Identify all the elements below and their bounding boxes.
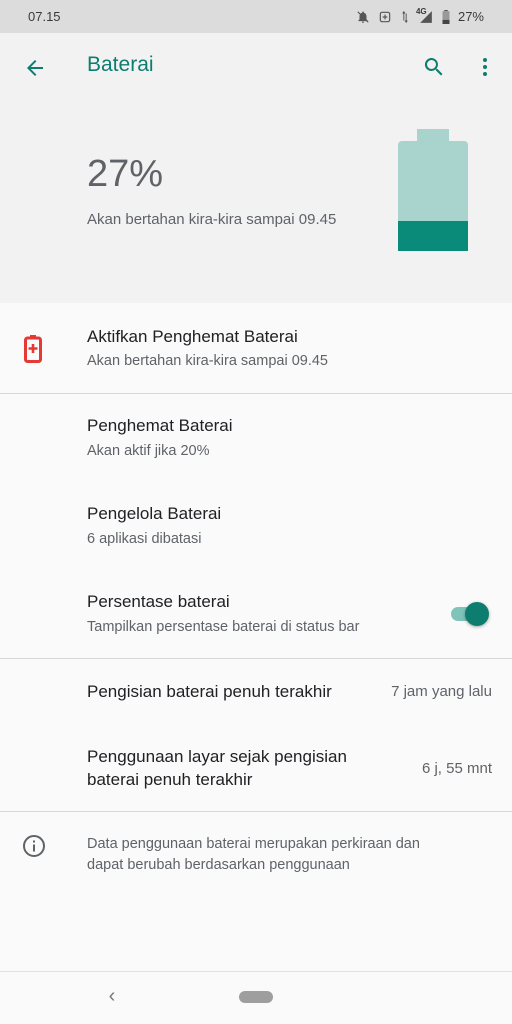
chevron-left-icon: ‹: [108, 984, 116, 1007]
row-title: Pengelola Baterai: [87, 504, 222, 523]
status-battery-pct: 27%: [457, 9, 484, 24]
row-subtitle: Tampilkan persentase baterai di status b…: [87, 619, 360, 635]
wifi-arrows-icon: [400, 10, 410, 24]
toggle-thumb: [465, 602, 489, 626]
search-button[interactable]: [418, 51, 450, 83]
battery-manager-row[interactable]: Pengelola Baterai 6 aplikasi dibatasi: [0, 482, 512, 570]
more-options-button[interactable]: [470, 51, 500, 83]
stat-label-line2: baterai penuh terakhir: [87, 770, 253, 789]
battery-saver-row[interactable]: Penghemat Baterai Akan aktif jika 20%: [0, 394, 512, 482]
row-title: Aktifkan Penghemat Baterai: [87, 327, 298, 346]
stat-value: 7 jam yang lalu: [391, 683, 492, 700]
status-time: 07.15: [28, 9, 61, 24]
navigation-bar: ‹: [0, 971, 512, 1024]
info-icon: [23, 835, 45, 857]
notifications-off-icon: [356, 10, 370, 24]
arrow-back-icon: [27, 60, 43, 76]
nav-home-pill[interactable]: [239, 991, 273, 1003]
battery-header: 27% Akan bertahan kira-kira sampai 09.45: [0, 101, 512, 303]
cell-signal-icon: 4G: [415, 6, 434, 24]
info-line1: Data penggunaan baterai merupakan perkir…: [87, 836, 420, 852]
battery-fill: [398, 221, 468, 251]
info-text: Data penggunaan baterai merupakan perkir…: [87, 834, 487, 876]
status-icons: 4G 27%: [356, 6, 484, 24]
sync-icon: [378, 10, 392, 24]
battery-alert-icon: [24, 335, 42, 363]
battery-icon: [442, 9, 450, 24]
row-subtitle: Akan aktif jika 20%: [87, 443, 210, 459]
page-title: Baterai: [87, 53, 154, 76]
stat-label-line1: Penggunaan layar sejak pengisian: [87, 747, 347, 766]
row-subtitle: Akan bertahan kira-kira sampai 09.45: [87, 353, 328, 369]
back-button[interactable]: [20, 53, 50, 83]
stat-label: Pengisian baterai penuh terakhir: [87, 682, 332, 701]
screen-usage-row: Penggunaan layar sejak pengisian baterai…: [0, 725, 512, 811]
app-bar: Baterai: [0, 33, 512, 101]
info-line2: dapat berubah berdasarkan penggunaan: [87, 857, 350, 873]
battery-estimate: Akan bertahan kira-kira sampai 09.45: [87, 211, 337, 228]
search-icon: [424, 58, 443, 76]
row-title: Penghemat Baterai: [87, 416, 233, 435]
nav-back-button[interactable]: ‹: [100, 984, 124, 1008]
settings-list: Aktifkan Penghemat Baterai Akan bertahan…: [0, 303, 512, 971]
network-type: 4G: [415, 6, 427, 16]
status-bar: 07.15 4G 27%: [0, 0, 512, 33]
battery-saver-activate-row[interactable]: Aktifkan Penghemat Baterai Akan bertahan…: [0, 303, 512, 393]
row-title: Persentase baterai: [87, 592, 230, 611]
info-footer: Data penggunaan baterai merupakan perkir…: [0, 812, 512, 892]
row-subtitle: 6 aplikasi dibatasi: [87, 531, 202, 547]
battery-percentage-row[interactable]: Persentase baterai Tampilkan persentase …: [0, 570, 512, 658]
last-full-charge-row: Pengisian baterai penuh terakhir 7 jam y…: [0, 659, 512, 725]
battery-percentage-toggle[interactable]: [449, 600, 489, 626]
more-vert-icon: [483, 58, 487, 76]
stat-value: 6 j, 55 mnt: [421, 760, 492, 777]
battery-level-icon: [398, 129, 468, 251]
battery-percentage: 27%: [87, 153, 164, 195]
